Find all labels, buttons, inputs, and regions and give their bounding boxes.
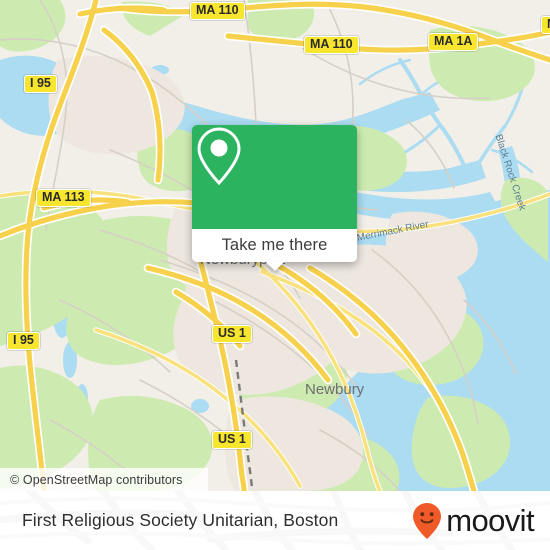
road-shield-us1-north[interactable]: US 1	[212, 325, 252, 343]
moovit-pin-smiley-icon	[413, 502, 442, 539]
road-shield-us1-south[interactable]: US 1	[212, 431, 252, 449]
road-shield-i95-north[interactable]: I 95	[24, 75, 57, 93]
moovit-wordmark: moovit	[446, 503, 534, 538]
take-me-there-label: Take me there	[221, 236, 328, 254]
moovit-brand-logo[interactable]: moovit	[412, 491, 535, 550]
location-popup-card[interactable]: Take me there	[192, 125, 357, 271]
attribution-text: © OpenStreetMap contributors	[10, 472, 183, 487]
popup-image-area	[192, 125, 357, 229]
screenshot-root: MA 110 MA 110 MA 1A MA 110 I 95 MA 113 I…	[0, 0, 550, 550]
road-shield-i95-south[interactable]: I 95	[7, 332, 40, 350]
map-attribution[interactable]: © OpenStreetMap contributors	[0, 468, 208, 491]
road-shield-ma110-mid[interactable]: MA 110	[304, 36, 359, 54]
road-shield-ma110-edge[interactable]: MA 110	[541, 16, 550, 34]
map-pin-icon	[197, 127, 241, 186]
page-title-text: First Religious Society Unitarian, Bosto…	[22, 510, 339, 530]
popup-pointer-tail	[265, 262, 284, 271]
take-me-there-button[interactable]: Take me there	[192, 229, 357, 262]
page-title: First Religious Society Unitarian, Bosto…	[22, 491, 338, 550]
road-shield-ma113[interactable]: MA 113	[36, 189, 91, 207]
place-label-newbury: Newbury	[305, 381, 365, 398]
footer-bar: First Religious Society Unitarian, Bosto…	[0, 491, 550, 550]
road-shield-ma1a[interactable]: MA 1A	[428, 33, 479, 51]
map-canvas[interactable]: MA 110 MA 110 MA 1A MA 110 I 95 MA 113 I…	[0, 0, 550, 491]
road-shield-ma110-north[interactable]: MA 110	[190, 2, 245, 20]
